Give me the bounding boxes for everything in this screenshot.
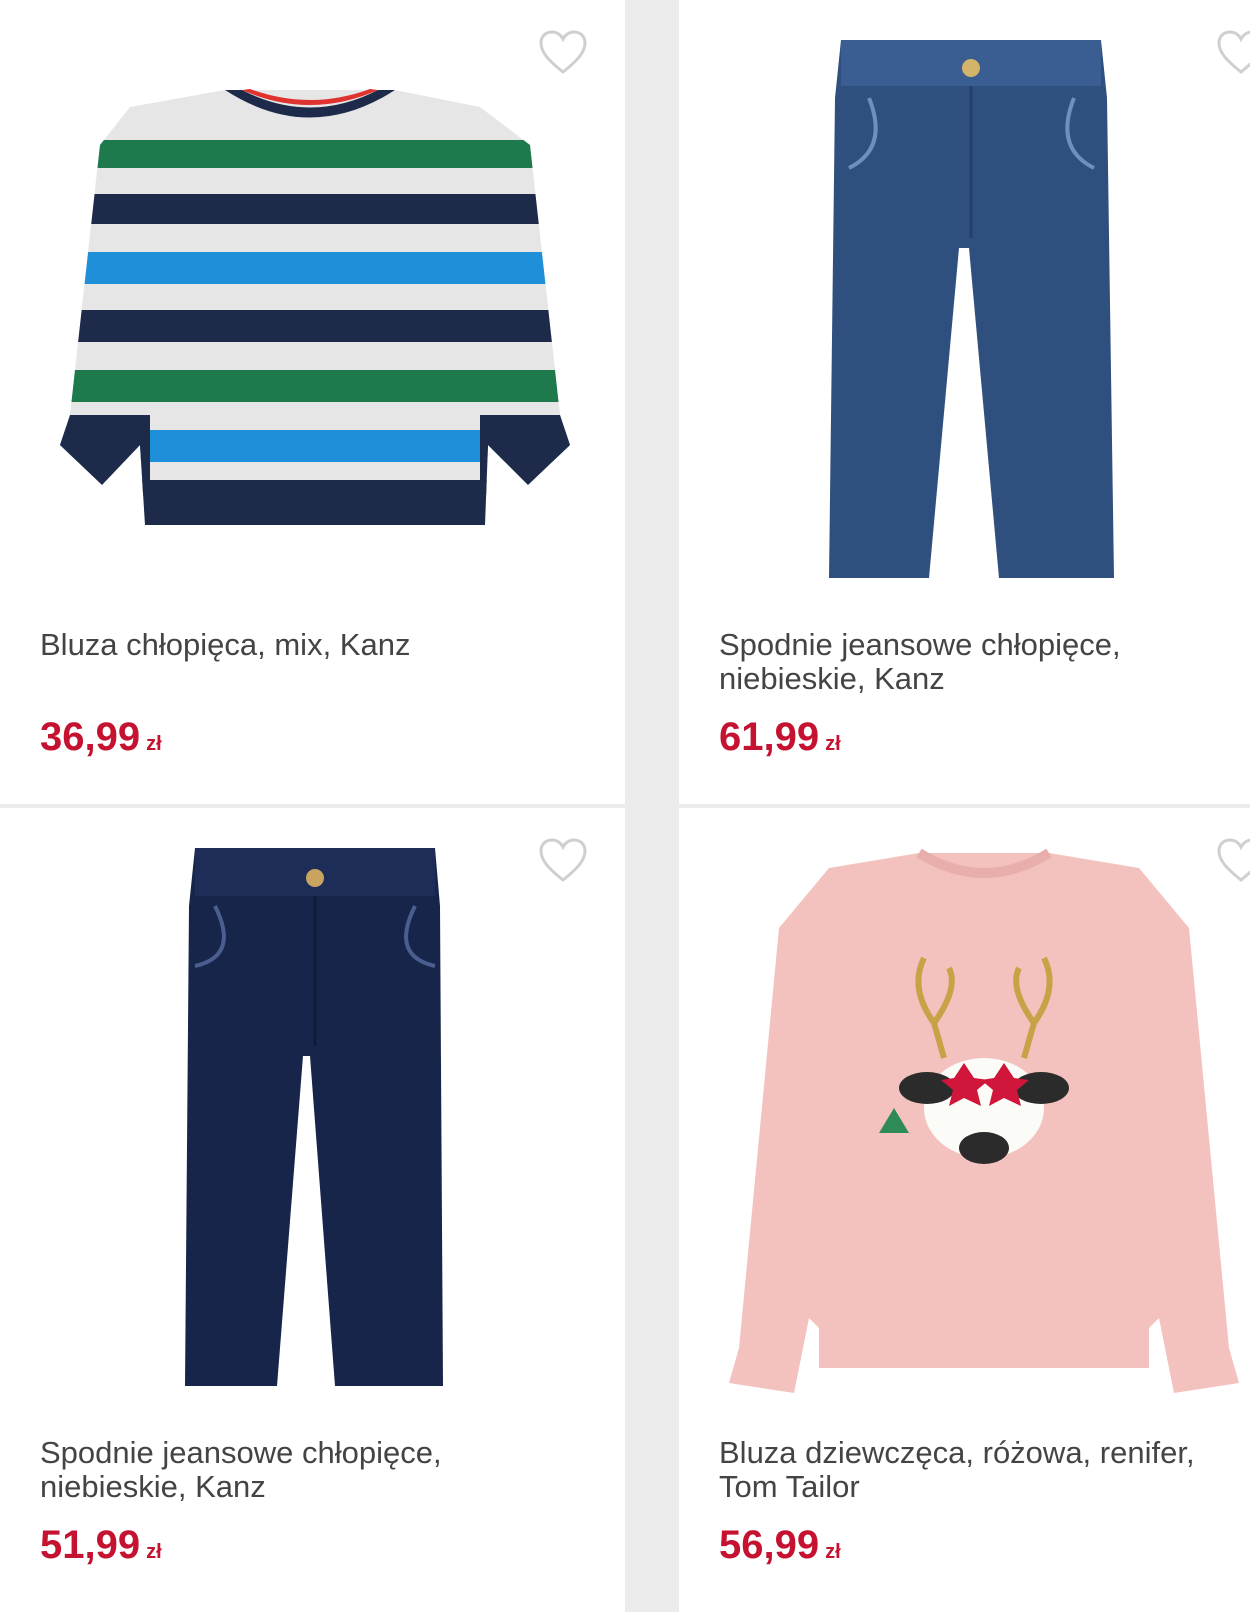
product-card[interactable]: Bluza dziewczęca, różowa, renifer, Tom T… — [679, 808, 1250, 1612]
price-value: 61,99 — [719, 715, 820, 759]
price-currency: zł — [825, 733, 841, 755]
price-value: 36,99 — [40, 715, 141, 759]
product-price: 61,99 zł — [719, 714, 841, 767]
favorite-heart-icon[interactable] — [538, 30, 588, 76]
product-price: 36,99 zł — [40, 714, 162, 767]
product-card[interactable]: Spodnie jeansowe chłopięce, niebieskie, … — [679, 0, 1250, 804]
price-currency: zł — [146, 1541, 162, 1563]
product-name[interactable]: Spodnie jeansowe chłopięce, niebieskie, … — [40, 1436, 580, 1504]
product-name[interactable]: Bluza chłopięca, mix, Kanz — [40, 628, 580, 662]
product-image-striped-sweatshirt[interactable] — [40, 85, 590, 550]
product-name[interactable]: Bluza dziewczęca, różowa, renifer, Tom T… — [719, 1436, 1249, 1504]
product-price: 51,99 zł — [40, 1522, 162, 1575]
product-image-light-blue-jeans[interactable] — [829, 38, 1114, 593]
price-value: 56,99 — [719, 1523, 820, 1567]
price-currency: zł — [146, 733, 162, 755]
product-card[interactable]: Spodnie jeansowe chłopięce, niebieskie, … — [0, 808, 625, 1612]
product-price: 56,99 zł — [719, 1522, 841, 1575]
favorite-heart-icon[interactable] — [1216, 30, 1250, 76]
price-value: 51,99 — [40, 1523, 141, 1567]
product-image-dark-blue-jeans[interactable] — [185, 846, 445, 1401]
favorite-heart-icon[interactable] — [538, 838, 588, 884]
product-name[interactable]: Spodnie jeansowe chłopięce, niebieskie, … — [719, 628, 1249, 696]
product-image-pink-reindeer-sweatshirt[interactable] — [719, 848, 1250, 1413]
price-currency: zł — [825, 1541, 841, 1563]
product-card[interactable]: Bluza chłopięca, mix, Kanz 36,99 zł — [0, 0, 625, 804]
